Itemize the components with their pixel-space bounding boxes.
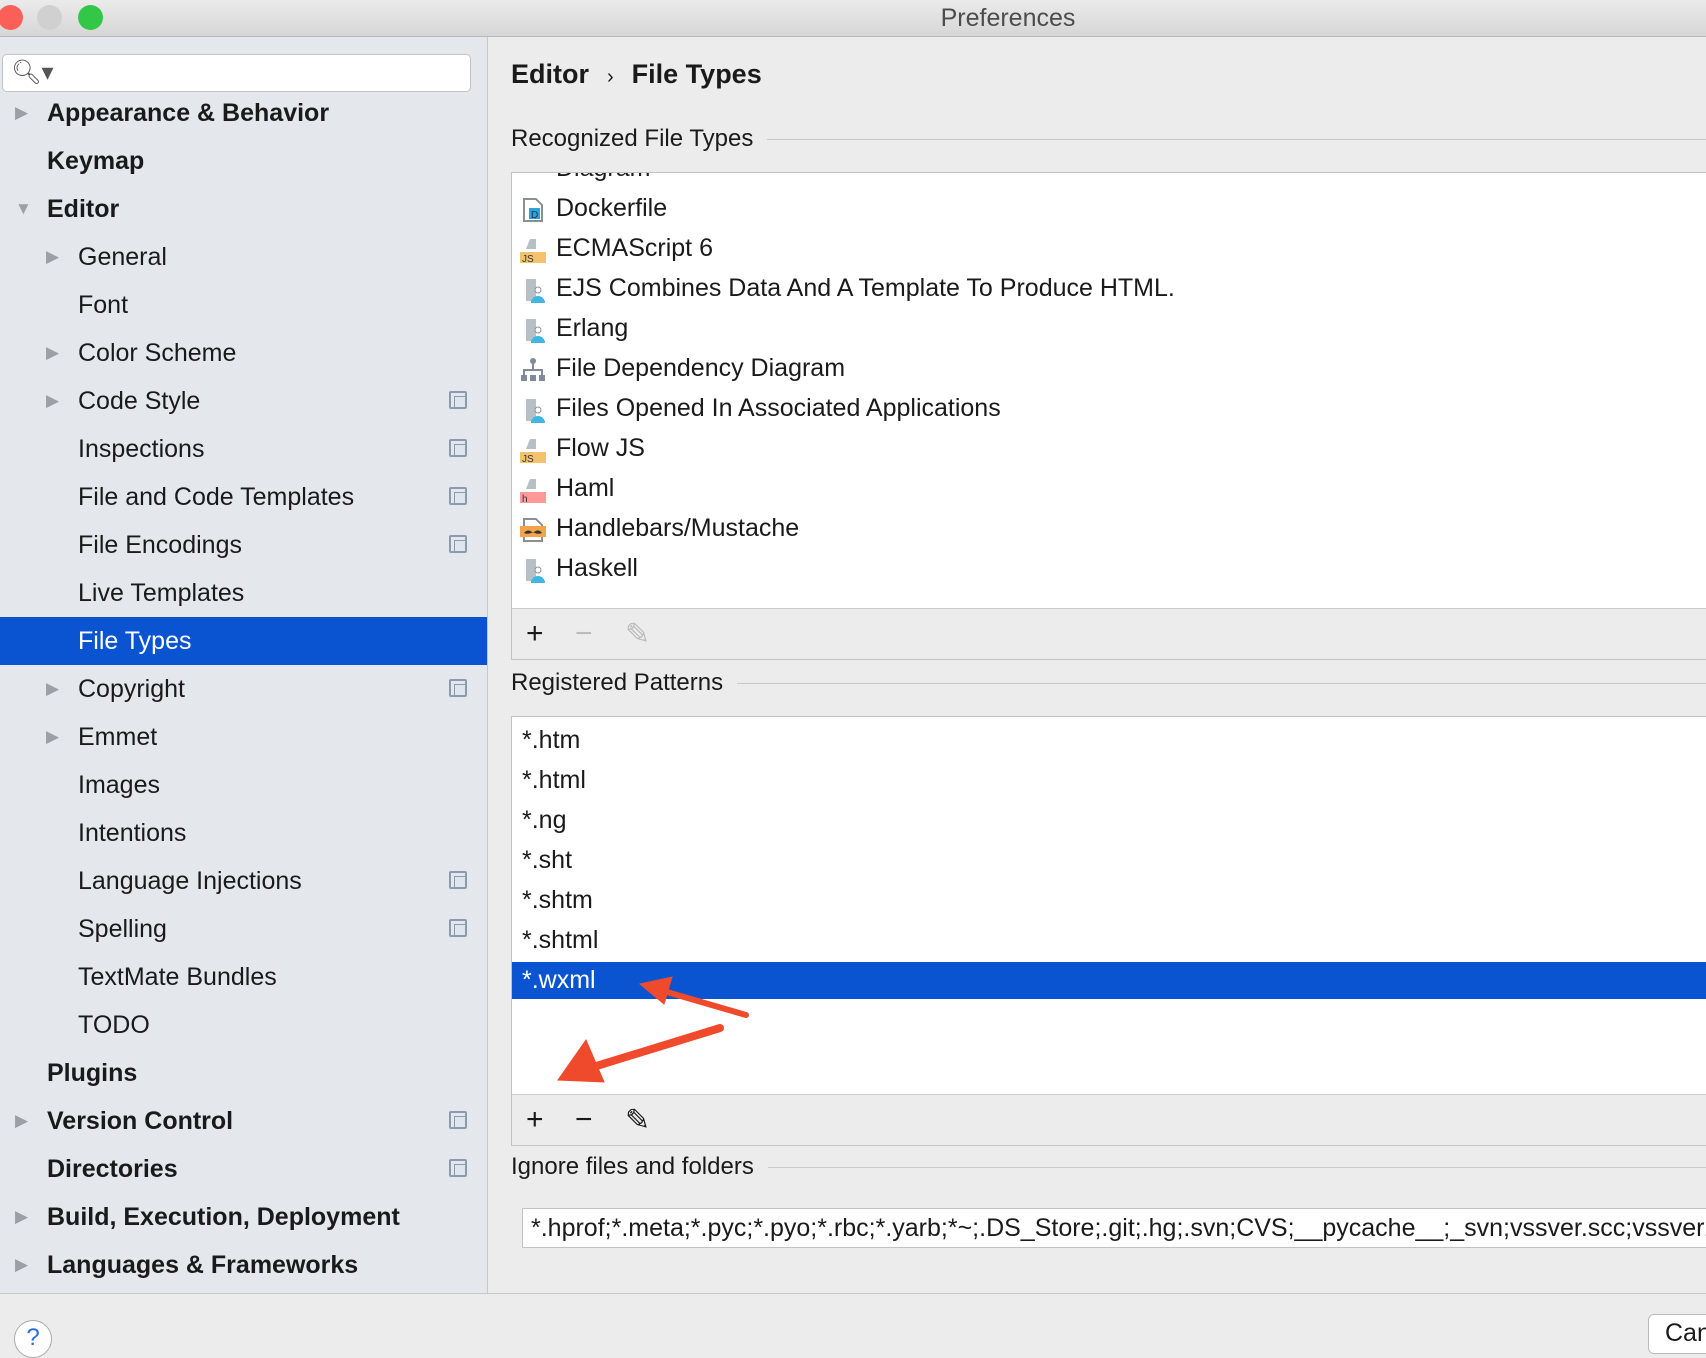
annotation-arrow-add <box>586 1024 724 1072</box>
annotation-arrows <box>557 976 749 1083</box>
annotation-arrowhead-add <box>557 1038 605 1083</box>
annotation-arrow-pattern <box>657 987 749 1018</box>
annotation-arrowhead-pattern <box>638 976 673 1005</box>
